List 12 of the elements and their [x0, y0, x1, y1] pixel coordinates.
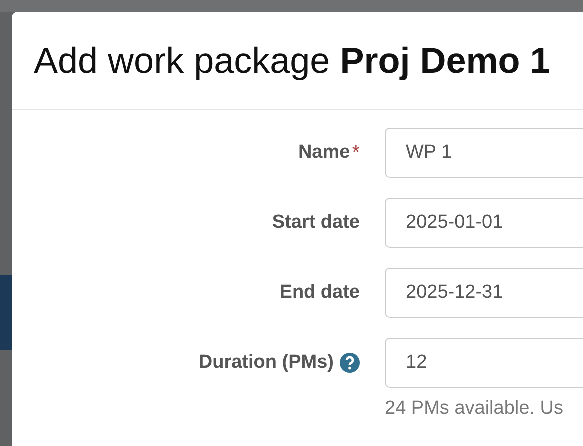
text-field[interactable]: 2025-01-01 [385, 198, 583, 248]
help-text: 24 PMs available. Us [385, 398, 564, 420]
modal-title: Add work package Proj Demo 1 [34, 40, 550, 82]
help-icon[interactable] [340, 353, 360, 373]
text-field[interactable]: 12 [385, 338, 583, 388]
field-label: End date [280, 282, 360, 304]
required-mark: * [352, 142, 360, 164]
field-label: Name [298, 142, 350, 164]
field-label: Duration (PMs) [198, 352, 334, 374]
text-field[interactable]: 2025-12-31 [385, 268, 583, 318]
text-field[interactable]: WP 1 [385, 128, 583, 178]
field-label: Start date [272, 212, 360, 234]
